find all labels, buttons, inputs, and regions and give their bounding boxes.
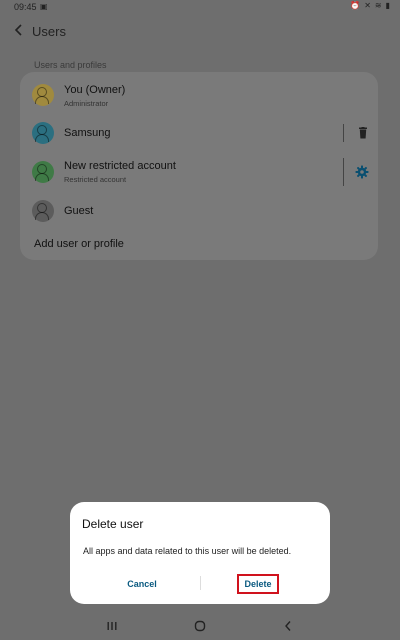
battery-icon: ▮: [385, 1, 390, 10]
user-row-owner[interactable]: You (Owner) Administrator: [20, 80, 378, 114]
back-arrow-icon[interactable]: [12, 22, 26, 38]
user-name: Samsung: [64, 127, 111, 139]
user-name: New restricted account: [64, 160, 176, 172]
section-label: Users and profiles: [34, 60, 107, 70]
divider: [343, 158, 344, 186]
users-card: You (Owner) Administrator Samsung New re…: [20, 72, 378, 260]
wifi-icon: ≋: [374, 1, 382, 10]
user-role: Administrator: [64, 99, 109, 108]
nav-bar: [0, 612, 400, 640]
gear-icon[interactable]: [355, 165, 369, 179]
back-icon[interactable]: [278, 616, 298, 636]
cancel-button[interactable]: Cancel: [118, 574, 166, 594]
button-divider: [200, 576, 201, 590]
status-time: 09:45: [14, 2, 37, 12]
page-title: Users: [32, 24, 66, 39]
dialog-message: All apps and data related to this user w…: [83, 546, 292, 556]
divider: [343, 124, 344, 142]
user-name: Guest: [64, 205, 94, 217]
status-bar: 09:45 ▣ ⏰ ✕ ≋ ▮: [0, 0, 400, 14]
user-row-guest[interactable]: Guest: [20, 198, 378, 226]
app-header: Users: [0, 14, 400, 46]
user-row-samsung[interactable]: Samsung: [20, 120, 378, 148]
recents-icon[interactable]: [102, 616, 122, 636]
alarm-icon: ⏰: [350, 1, 361, 10]
trash-icon[interactable]: [358, 127, 368, 139]
user-row-restricted[interactable]: New restricted account Restricted accoun…: [20, 154, 378, 188]
image-icon: ▣: [40, 2, 48, 11]
avatar: [32, 161, 54, 183]
avatar: [32, 200, 54, 222]
home-icon[interactable]: [190, 616, 210, 636]
user-role: Restricted account: [64, 175, 127, 184]
delete-button[interactable]: Delete: [237, 574, 279, 594]
mute-icon: ✕: [364, 1, 371, 10]
add-user-button[interactable]: Add user or profile: [34, 238, 124, 250]
dialog-title: Delete user: [82, 517, 144, 531]
user-name: You (Owner): [64, 84, 126, 96]
avatar: [32, 122, 54, 144]
avatar: [32, 84, 54, 106]
status-icons: ⏰ ✕ ≋ ▮: [350, 1, 390, 10]
delete-user-dialog: Delete user All apps and data related to…: [70, 502, 330, 604]
